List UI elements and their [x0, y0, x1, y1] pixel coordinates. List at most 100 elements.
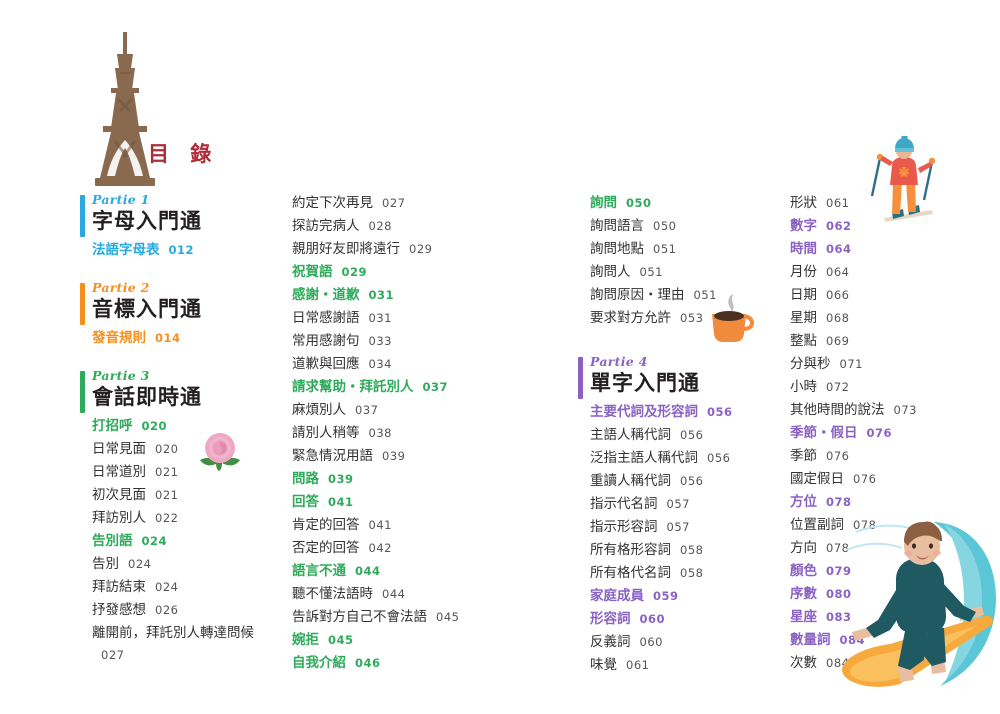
toc-sub-entry[interactable]: 味覺 061: [578, 654, 778, 677]
toc-section-entry[interactable]: 形容詞 060: [578, 608, 778, 631]
toc-sub-entry[interactable]: 請別人稍等 038: [280, 422, 490, 445]
toc-entry-page-number: 066: [826, 288, 850, 302]
toc-sub-entry[interactable]: 指示形容詞 057: [578, 516, 778, 539]
toc-sub-entry[interactable]: 詢問地點 051: [578, 238, 778, 261]
toc-section-entry[interactable]: 請求幫助・拜託別人 037: [280, 376, 490, 399]
toc-sub-entry[interactable]: 分與秒 071: [778, 353, 928, 376]
toc-section-entry[interactable]: 感謝・道歉 031: [280, 284, 490, 307]
toc-entry-page-number: 064: [826, 265, 850, 279]
toc-sub-entry[interactable]: 星期 068: [778, 307, 928, 330]
toc-entry-page-number: 056: [680, 474, 704, 488]
toc-sub-entry[interactable]: 泛指主語人稱代詞 056: [578, 447, 778, 470]
toc-sub-entry[interactable]: 初次見面 021: [80, 484, 280, 507]
toc-entry-page-number: 021: [155, 465, 179, 479]
toc-sub-entry[interactable]: 小時 072: [778, 376, 928, 399]
toc-entry-page-number: 031: [368, 288, 395, 302]
toc-sub-entry[interactable]: 指示代名詞 057: [578, 493, 778, 516]
toc-sub-entry[interactable]: 其他時間的說法 073: [778, 399, 928, 422]
partie-label: Partie 3: [92, 368, 150, 383]
toc-column-2: 約定下次再見 027 探訪完病人 028 親朋好友即將遠行 029 祝賀語 029 感謝・道歉 0…: [280, 192, 490, 675]
toc-sub-entry[interactable]: 常用感謝句 033: [280, 330, 490, 353]
toc-entry-label: 語言不通: [292, 563, 346, 579]
toc-entry-page-number: 057: [666, 497, 690, 511]
toc-entry-label: 小時: [790, 379, 817, 395]
toc-entry-page-number: 038: [368, 426, 392, 440]
toc-sub-entry[interactable]: 離開前，拜託別人轉達問候 027: [80, 622, 280, 666]
toc-entry-page-number: 020: [141, 419, 168, 433]
toc-sub-entry[interactable]: 拜訪別人 022: [80, 507, 280, 530]
toc-entry-page-number: 029: [409, 242, 433, 256]
toc-sub-entry[interactable]: 探訪完病人 028: [280, 215, 490, 238]
toc-entry-page-number: 076: [853, 472, 877, 486]
partie-color-bar: [80, 371, 85, 413]
toc-sub-entry[interactable]: 詢問語言 050: [578, 215, 778, 238]
partie-title: 字母入門通: [92, 209, 202, 233]
toc-entry-page-number: 044: [355, 564, 381, 578]
toc-section-entry[interactable]: 打招呼 020: [80, 415, 280, 438]
toc-sub-entry[interactable]: 肯定的回答 041: [280, 514, 490, 537]
toc-entry-page-number: 039: [328, 472, 354, 486]
toc-sub-entry[interactable]: 所有格形容詞 058: [578, 539, 778, 562]
toc-section-entry[interactable]: 家庭成員 059: [578, 585, 778, 608]
toc-entry-page-number: 051: [653, 242, 677, 256]
toc-entry-label: 詢問: [590, 195, 617, 211]
toc-section-entry[interactable]: 自我介紹 046: [280, 652, 490, 675]
toc-sub-entry[interactable]: 日常感謝語 031: [280, 307, 490, 330]
toc-sub-entry[interactable]: 否定的回答 042: [280, 537, 490, 560]
toc-sub-entry[interactable]: 告別 024: [80, 553, 280, 576]
toc-entry-label: 其他時間的說法: [790, 402, 885, 418]
toc-section-entry[interactable]: 主要代詞及形容詞 056: [578, 401, 778, 424]
toc-entry-page-number: 059: [653, 589, 679, 603]
toc-sub-entry[interactable]: 日常道別 021: [80, 461, 280, 484]
toc-entry-page-number: 051: [639, 265, 663, 279]
eiffel-tower-icon: [95, 32, 155, 186]
toc-sub-entry[interactable]: 詢問人 051: [578, 261, 778, 284]
toc-section-entry[interactable]: 詢問 050: [578, 192, 778, 215]
toc-entry-page-number: 056: [707, 405, 733, 419]
toc-section-entry[interactable]: 季節・假日 076: [778, 422, 928, 445]
toc-entry-page-number: 050: [626, 196, 652, 210]
toc-section-entry[interactable]: 方位 078: [778, 491, 928, 514]
toc-sub-entry[interactable]: 月份 064: [778, 261, 928, 284]
partie-title: 音標入門通: [92, 297, 202, 321]
toc-entry-label: 抒發感想: [92, 602, 146, 618]
toc-sub-entry[interactable]: 所有格代名詞 058: [578, 562, 778, 585]
toc-sub-entry[interactable]: 道歉與回應 034: [280, 353, 490, 376]
toc-section-entry[interactable]: 法語字母表 012: [80, 239, 280, 262]
toc-sub-entry[interactable]: 主語人稱代詞 056: [578, 424, 778, 447]
toc-sub-entry[interactable]: 季節 076: [778, 445, 928, 468]
toc-entry-label: 日常見面: [92, 441, 146, 457]
toc-entry-page-number: 029: [341, 265, 368, 279]
toc-entry-label: 家庭成員: [590, 588, 644, 604]
toc-sub-entry[interactable]: 日期 066: [778, 284, 928, 307]
toc-entry-label: 形狀: [790, 195, 817, 211]
toc-section-entry[interactable]: 祝賀語 029: [280, 261, 490, 284]
toc-sub-entry[interactable]: 國定假日 076: [778, 468, 928, 491]
toc-section-entry[interactable]: 告別語 024: [80, 530, 280, 553]
toc-entry-page-number: 053: [680, 311, 704, 325]
coffee-cup-icon: [712, 294, 754, 342]
toc-sub-entry[interactable]: 聽不懂法語時 044: [280, 583, 490, 606]
toc-entry-page-number: 045: [436, 610, 460, 624]
toc-sub-entry[interactable]: 約定下次再見 027: [280, 192, 490, 215]
toc-sub-entry[interactable]: 日常見面 020: [80, 438, 280, 461]
toc-sub-entry[interactable]: 緊急情況用語 039: [280, 445, 490, 468]
toc-section-entry[interactable]: 語言不通 044: [280, 560, 490, 583]
toc-section-entry[interactable]: 問路 039: [280, 468, 490, 491]
toc-entry-label: 發音規則: [92, 330, 146, 346]
toc-entry-label: 法語字母表: [92, 242, 160, 258]
toc-sub-entry[interactable]: 反義詞 060: [578, 631, 778, 654]
toc-sub-entry[interactable]: 拜訪結束 024: [80, 576, 280, 599]
toc-entry-label: 約定下次再見: [292, 195, 373, 211]
toc-section-entry[interactable]: 時間 064: [778, 238, 928, 261]
toc-sub-entry[interactable]: 親朋好友即將遠行 029: [280, 238, 490, 261]
toc-sub-entry[interactable]: 抒發感想 026: [80, 599, 280, 622]
toc-entry-page-number: 024: [128, 557, 152, 571]
toc-sub-entry[interactable]: 整點 069: [778, 330, 928, 353]
toc-section-entry[interactable]: 發音規則 014: [80, 327, 280, 350]
toc-sub-entry[interactable]: 重讀人稱代詞 056: [578, 470, 778, 493]
toc-sub-entry[interactable]: 告訴對方自己不會法語 045: [280, 606, 490, 629]
toc-sub-entry[interactable]: 麻煩別人 037: [280, 399, 490, 422]
toc-section-entry[interactable]: 婉拒 045: [280, 629, 490, 652]
toc-section-entry[interactable]: 回答 041: [280, 491, 490, 514]
